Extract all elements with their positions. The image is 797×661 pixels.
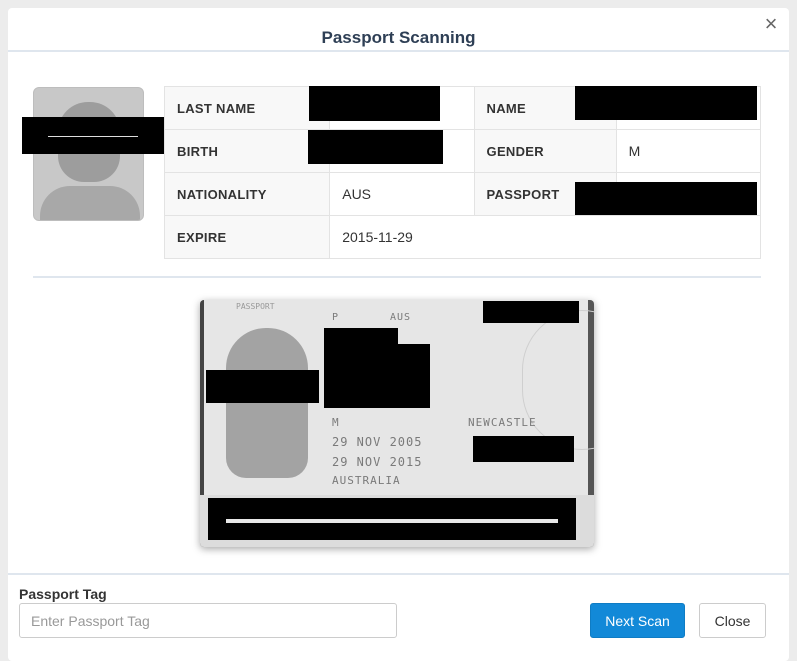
expire-label: EXPIRE	[163, 215, 331, 259]
redaction-bar	[208, 498, 576, 540]
scan-authority-text: AUSTRALIA	[332, 474, 401, 487]
passport-scanning-dialog: Passport Scanning × LAST NAME NAME BIRTH…	[8, 8, 789, 661]
table-row: BIRTH GENDER M	[163, 129, 762, 173]
redaction-bar	[308, 130, 443, 164]
photo-shoulders	[40, 186, 140, 220]
redaction-bar	[575, 86, 757, 120]
scan-sex-text: M	[332, 416, 340, 429]
next-scan-button[interactable]: Next Scan	[590, 603, 685, 638]
redaction-bar	[324, 344, 430, 408]
scan-header-text: PASSPORT	[236, 302, 275, 311]
table-row: EXPIRE 2015-11-29	[163, 215, 761, 259]
section-divider	[33, 276, 761, 278]
close-icon[interactable]: ×	[760, 13, 782, 35]
header-divider	[8, 50, 789, 52]
scan-issue-date-text: 29 NOV 2005	[332, 435, 423, 449]
scan-watermark	[522, 310, 594, 450]
passport-tag-label: Passport Tag	[19, 586, 107, 602]
scan-expiry-date-text: 29 NOV 2015	[332, 455, 423, 469]
scan-face	[226, 328, 308, 478]
footer-divider	[8, 573, 789, 575]
passport-tag-input[interactable]	[19, 603, 397, 638]
gender-label: GENDER	[473, 129, 617, 173]
last-name-label: LAST NAME	[163, 86, 331, 130]
passport-photo	[33, 87, 144, 221]
dialog-title: Passport Scanning	[321, 28, 476, 47]
nationality-value: AUS	[329, 172, 475, 216]
redaction-bar	[206, 370, 319, 403]
scan-place-of-birth-text: NEWCASTLE	[468, 416, 537, 429]
redaction-bar	[483, 301, 579, 323]
redaction-bar	[22, 117, 164, 154]
redaction-bar	[575, 182, 757, 215]
scan-country-text: AUS	[390, 312, 412, 323]
gender-value: M	[615, 129, 762, 173]
birth-label: BIRTH	[163, 129, 331, 173]
scan-type-text: P	[332, 312, 340, 323]
close-button[interactable]: Close	[699, 603, 766, 638]
redaction-bar	[309, 86, 440, 121]
redaction-bar	[473, 436, 574, 462]
nationality-label: NATIONALITY	[163, 172, 331, 216]
expire-value: 2015-11-29	[329, 215, 761, 259]
